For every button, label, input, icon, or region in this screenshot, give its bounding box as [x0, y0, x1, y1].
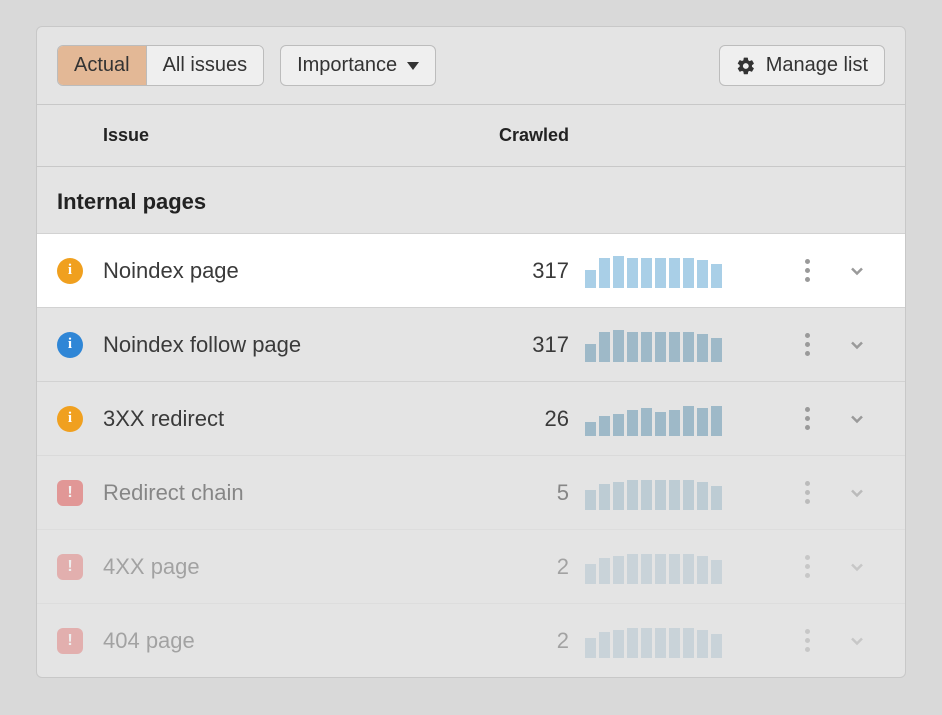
- kebab-menu-icon[interactable]: [785, 481, 829, 504]
- issue-name: Noindex page: [103, 258, 465, 284]
- sparkline: [585, 476, 785, 510]
- segment-actual[interactable]: Actual: [58, 46, 146, 85]
- error-icon: !: [57, 480, 83, 506]
- kebab-menu-icon[interactable]: [785, 259, 829, 282]
- warning-icon: i: [57, 406, 83, 432]
- table-row[interactable]: i Noindex page317: [37, 233, 905, 307]
- sparkline: [585, 402, 785, 436]
- crawled-count: 2: [465, 628, 585, 654]
- kebab-menu-icon[interactable]: [785, 407, 829, 430]
- gear-icon: [736, 56, 756, 76]
- table-row[interactable]: ! 404 page2: [37, 603, 905, 677]
- table-row[interactable]: i Noindex follow page317: [37, 307, 905, 381]
- crawled-count: 317: [465, 258, 585, 284]
- sparkline: [585, 550, 785, 584]
- kebab-menu-icon[interactable]: [785, 629, 829, 652]
- col-header-issue: Issue: [103, 125, 465, 146]
- sparkline: [585, 328, 785, 362]
- issue-name: 4XX page: [103, 554, 465, 580]
- chevron-down-icon[interactable]: [829, 409, 885, 429]
- issue-name: 404 page: [103, 628, 465, 654]
- sort-dropdown-label: Importance: [297, 54, 397, 77]
- error-icon: !: [57, 628, 83, 654]
- issue-name: Redirect chain: [103, 480, 465, 506]
- crawled-count: 5: [465, 480, 585, 506]
- issue-name: 3XX redirect: [103, 406, 465, 432]
- col-header-crawled: Crawled: [465, 125, 585, 146]
- chevron-down-icon[interactable]: [829, 261, 885, 281]
- chevron-down-icon[interactable]: [829, 483, 885, 503]
- info-icon: i: [57, 332, 83, 358]
- warning-icon: i: [57, 258, 83, 284]
- toolbar: Actual All issues Importance Manage list: [37, 27, 905, 105]
- sparkline: [585, 624, 785, 658]
- table-headers: Issue Crawled: [37, 105, 905, 167]
- table-row[interactable]: i 3XX redirect26: [37, 381, 905, 455]
- segment-all-issues[interactable]: All issues: [146, 46, 263, 85]
- caret-down-icon: [407, 62, 419, 70]
- issue-filter-segment: Actual All issues: [57, 45, 264, 86]
- chevron-down-icon[interactable]: [829, 631, 885, 651]
- table-row[interactable]: ! Redirect chain5: [37, 455, 905, 529]
- chevron-down-icon[interactable]: [829, 335, 885, 355]
- issues-panel: Actual All issues Importance Manage list…: [36, 26, 906, 678]
- section-title: Internal pages: [37, 167, 905, 233]
- manage-list-button[interactable]: Manage list: [719, 45, 885, 86]
- crawled-count: 317: [465, 332, 585, 358]
- error-icon: !: [57, 554, 83, 580]
- table-row[interactable]: ! 4XX page2: [37, 529, 905, 603]
- kebab-menu-icon[interactable]: [785, 555, 829, 578]
- sort-dropdown[interactable]: Importance: [280, 45, 436, 86]
- sparkline: [585, 254, 785, 288]
- issue-name: Noindex follow page: [103, 332, 465, 358]
- crawled-count: 26: [465, 406, 585, 432]
- manage-list-label: Manage list: [766, 54, 868, 77]
- chevron-down-icon[interactable]: [829, 557, 885, 577]
- kebab-menu-icon[interactable]: [785, 333, 829, 356]
- crawled-count: 2: [465, 554, 585, 580]
- issues-table: iNoindex page317iNoindex follow page317i…: [37, 233, 905, 677]
